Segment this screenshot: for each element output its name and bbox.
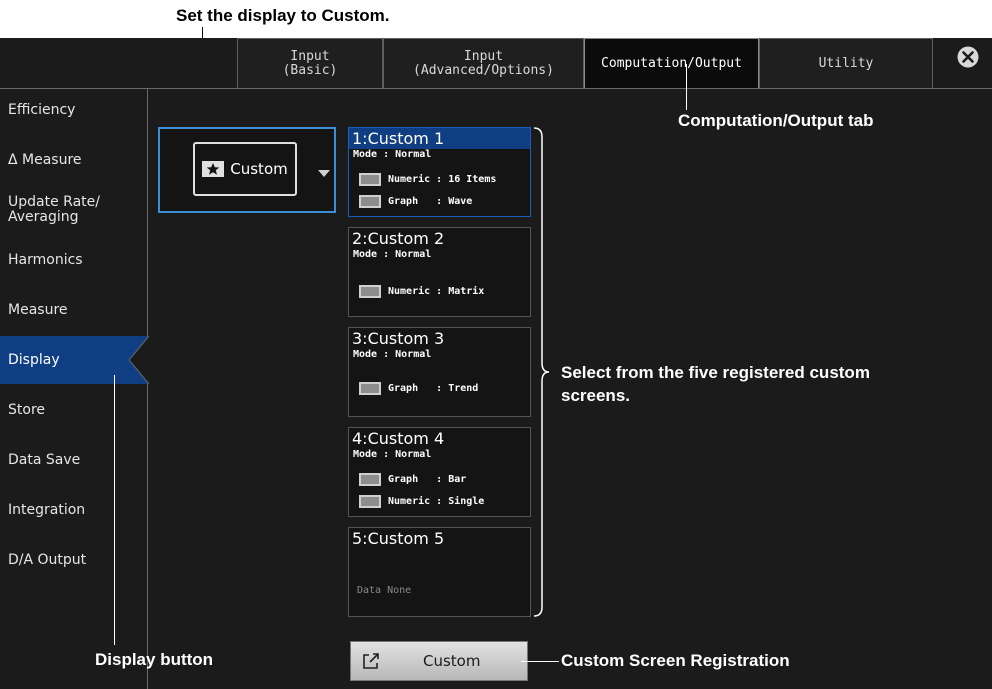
- sidebar-item-da-output[interactable]: D/A Output: [0, 536, 148, 584]
- close-icon[interactable]: [957, 46, 979, 68]
- custom-screen-row: Graph : Bar: [359, 471, 466, 487]
- annotation-select-custom-1: Select from the five registered custom: [561, 363, 870, 382]
- tab-utility[interactable]: Utility: [759, 38, 933, 88]
- sidebar-item-label: Measure: [8, 301, 68, 318]
- custom-screen-card-3[interactable]: 3:Custom 3 Mode : Normal Graph : Trend: [348, 327, 531, 417]
- display-select[interactable]: Custom: [158, 127, 336, 213]
- sidebar-item-label: Δ Measure: [8, 151, 82, 168]
- tab-label: Input (Advanced/Options): [413, 48, 554, 78]
- custom-screen-card-1[interactable]: 1:Custom 1 Mode : Normal Numeric : 16 It…: [348, 127, 531, 217]
- tab-label: Utility: [818, 55, 874, 71]
- sidebar-item-efficiency[interactable]: Efficiency: [0, 86, 148, 134]
- custom-screen-title: 3:Custom 3: [352, 329, 445, 348]
- display-select-value: Custom: [230, 160, 288, 178]
- custom-register-label: Custom: [423, 652, 481, 670]
- screen-layout-icon: [359, 284, 381, 298]
- tab-computation-output[interactable]: Computation/Output: [584, 38, 759, 88]
- annotation-line-tab: [686, 64, 687, 110]
- tab-label: Computation/Output: [601, 55, 742, 71]
- custom-screen-row: Graph : Wave: [359, 193, 472, 209]
- custom-screen-row: Numeric : Matrix: [359, 283, 484, 299]
- sidebar-item-data-save[interactable]: Data Save: [0, 436, 148, 484]
- annotation-line-display: [114, 375, 115, 645]
- screen-layout-icon: [359, 494, 381, 508]
- custom-screen-row: Numeric : Single: [359, 493, 484, 509]
- custom-screen-empty-text: Data None: [357, 585, 412, 596]
- custom-screen-title: 1:Custom 1: [349, 128, 530, 149]
- custom-screen-row-text: Numeric : 16 Items: [388, 173, 497, 185]
- custom-screen-mode: Mode : Normal: [353, 149, 432, 160]
- annotation-display-button: Display button: [95, 650, 214, 669]
- custom-screen-mode: Mode : Normal: [353, 449, 432, 460]
- star-icon: [202, 161, 225, 177]
- custom-screen-card-5[interactable]: 5:Custom 5 Data None: [348, 527, 531, 617]
- sidebar-item-label: D/A Output: [8, 551, 87, 568]
- custom-screen-row-text: Graph : Wave: [388, 195, 473, 207]
- external-link-icon: [361, 651, 381, 671]
- sidebar-item-label: Store: [8, 401, 46, 418]
- custom-screen-row-text: Graph : Bar: [388, 473, 467, 485]
- custom-screen-card-4[interactable]: 4:Custom 4 Mode : Normal Graph : Bar Num…: [348, 427, 531, 517]
- custom-screen-card-2[interactable]: 2:Custom 2 Mode : Normal Numeric : Matri…: [348, 227, 531, 317]
- screen-layout-icon: [359, 381, 381, 395]
- sidebar-item-integration[interactable]: Integration: [0, 486, 148, 534]
- selection-pointer: [128, 335, 150, 385]
- screen-layout-icon: [359, 172, 381, 186]
- tab-input-basic[interactable]: Input (Basic): [237, 38, 383, 88]
- chevron-down-icon[interactable]: [317, 165, 331, 177]
- custom-screen-title: 2:Custom 2: [352, 229, 445, 248]
- annotation-select-custom-2: screens.: [561, 386, 630, 405]
- custom-screen-title: 4:Custom 4: [352, 429, 445, 448]
- display-select-button[interactable]: Custom: [193, 142, 297, 196]
- custom-screen-row-text: Graph : Trend: [388, 382, 479, 394]
- tab-separator: [0, 88, 992, 89]
- custom-screen-row-text: Numeric : Matrix: [388, 285, 485, 297]
- custom-screen-row-text: Numeric : Single: [388, 495, 485, 507]
- screen-layout-icon: [359, 194, 381, 208]
- custom-screen-row: Graph : Trend: [359, 380, 478, 396]
- screen-layout-icon: [359, 472, 381, 486]
- annotation-set-display: Set the display to Custom.: [176, 6, 390, 25]
- sidebar-item-measure[interactable]: Measure: [0, 286, 148, 334]
- annotation-computation-tab: Computation/Output tab: [678, 111, 874, 130]
- tab-label: Input (Basic): [282, 48, 338, 78]
- sidebar-item-delta-measure[interactable]: Δ Measure: [0, 136, 148, 184]
- sidebar-item-store[interactable]: Store: [0, 386, 148, 434]
- sidebar-item-label: Update Rate/ Averaging: [8, 194, 100, 225]
- sidebar-item-label: Integration: [8, 501, 86, 518]
- bracket: [533, 127, 561, 617]
- annotation-custom-registration: Custom Screen Registration: [561, 651, 790, 670]
- sidebar-item-display[interactable]: Display: [0, 336, 148, 384]
- sidebar-item-harmonics[interactable]: Harmonics: [0, 236, 148, 284]
- sidebar-item-label: Harmonics: [8, 251, 83, 268]
- custom-screen-title: 5:Custom 5: [352, 529, 445, 548]
- sidebar-item-label: Efficiency: [8, 101, 76, 118]
- custom-screen-row: Numeric : 16 Items: [359, 171, 496, 187]
- annotation-line-register: [521, 661, 559, 662]
- custom-screen-mode: Mode : Normal: [353, 349, 432, 360]
- sidebar-item-label: Display: [8, 351, 60, 368]
- tab-input-advanced[interactable]: Input (Advanced/Options): [383, 38, 584, 88]
- custom-register-button[interactable]: Custom: [350, 641, 528, 681]
- custom-screen-mode: Mode : Normal: [353, 249, 432, 260]
- sidebar-item-update-rate[interactable]: Update Rate/ Averaging: [0, 186, 148, 234]
- sidebar-item-label: Data Save: [8, 451, 81, 468]
